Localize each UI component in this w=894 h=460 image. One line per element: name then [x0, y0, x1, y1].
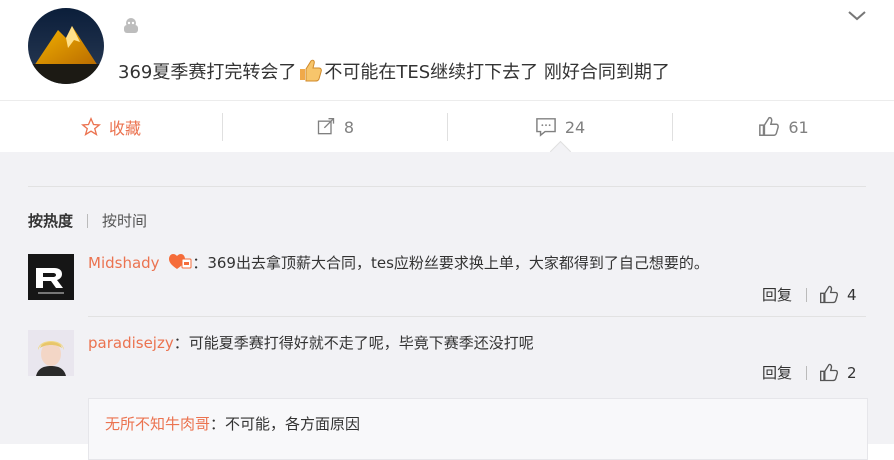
- thumbs-up-icon: [820, 285, 839, 303]
- comment-section: 按热度 按时间 Midshady ：369出去拿顶薪大合同，tes应粉丝要求换上…: [0, 152, 894, 460]
- chevron-down-icon[interactable]: [846, 8, 868, 28]
- fan-badge-icon: [168, 253, 192, 275]
- post-text: 369夏季赛打完转会了 不可能在TES继续打下去了 刚好合同到期了: [118, 58, 670, 87]
- comment-count: 24: [564, 117, 586, 137]
- comment-username[interactable]: paradisejzy: [88, 334, 174, 352]
- sort-options: 按热度 按时间: [28, 210, 147, 231]
- sub-reply-username[interactable]: 无所不知牛肉哥: [105, 415, 210, 433]
- divider: [28, 186, 866, 187]
- actions-divider: [806, 287, 808, 302]
- repost-icon: [317, 118, 335, 135]
- comment-like-button[interactable]: 2: [819, 363, 857, 383]
- comment-actions: 回复 4: [762, 284, 857, 305]
- comment-divider: [88, 316, 866, 317]
- thumbs-up-emoji-icon: [297, 58, 323, 87]
- comment-like-count: 2: [847, 363, 857, 382]
- comment-icon: [535, 118, 556, 137]
- weibo-post: 369夏季赛打完转会了 不可能在TES继续打下去了 刚好合同到期了: [0, 0, 894, 100]
- actions-divider: [806, 365, 808, 380]
- author-avatar[interactable]: [28, 8, 104, 84]
- post-text-part-1: 369夏季赛打完转会了: [118, 62, 297, 83]
- favorite-button[interactable]: 收藏: [0, 101, 222, 153]
- comment-username[interactable]: Midshady: [88, 254, 160, 272]
- sort-by-hot[interactable]: 按热度: [28, 210, 73, 231]
- comment-text: 369出去拿顶薪大合同，tes应粉丝要求换上单，大家都得到了自己想要的。: [207, 254, 709, 272]
- comment-colon: ：: [192, 254, 208, 272]
- like-button[interactable]: 61: [673, 101, 894, 153]
- reply-button[interactable]: 回复: [762, 284, 792, 305]
- post-text-part-2: 不可能在TES继续打下去了 刚好合同到期了: [324, 62, 670, 83]
- star-icon: [80, 117, 101, 136]
- comment-actions: 回复 2: [762, 362, 857, 383]
- comment-like-button[interactable]: 4: [819, 285, 857, 305]
- comment-avatar-midshady[interactable]: [28, 254, 74, 300]
- sort-divider: [87, 213, 89, 228]
- comment-avatar-paradisejzy[interactable]: [28, 330, 74, 376]
- sub-reply-text: 不可能，各方面原因: [225, 415, 361, 433]
- post-action-toolbar: 收藏 8 24 61: [0, 100, 894, 154]
- thumbs-up-icon: [759, 116, 780, 136]
- like-count: 61: [788, 117, 809, 137]
- comment-text-line: Midshady ：369出去拿顶薪大合同，tes应粉丝要求换上单，大家都得到了…: [88, 252, 709, 275]
- sub-reply-line: 无所不知牛肉哥：不可能，各方面原因: [105, 413, 360, 434]
- repost-count: 8: [343, 117, 355, 137]
- sub-reply-colon: ：: [210, 415, 226, 433]
- repost-button[interactable]: 8: [223, 101, 447, 153]
- favorite-label: 收藏: [108, 119, 141, 138]
- reply-button[interactable]: 回复: [762, 362, 792, 383]
- user-badge-icon: [120, 16, 142, 38]
- comment-like-count: 4: [847, 285, 857, 304]
- thumbs-up-icon: [820, 363, 839, 381]
- comment-colon: ：: [173, 334, 189, 352]
- sub-reply-box: 无所不知牛肉哥：不可能，各方面原因: [88, 398, 868, 460]
- sort-by-time[interactable]: 按时间: [102, 210, 147, 231]
- comment-text: 可能夏季赛打得好就不走了呢，毕竟下赛季还没打呢: [188, 334, 534, 352]
- comment-text-line: paradisejzy：可能夏季赛打得好就不走了呢，毕竟下赛季还没打呢: [88, 332, 534, 353]
